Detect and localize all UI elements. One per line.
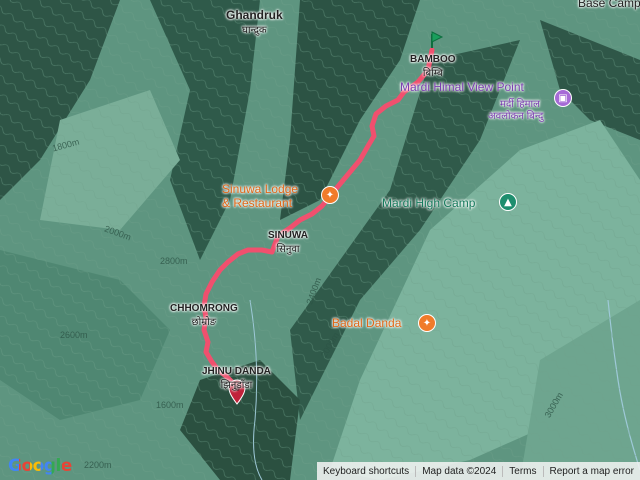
poi-mardi-view-point[interactable]: Mardi Himal View Point मर्दी हिमाल अवलोक…: [400, 80, 543, 122]
contour-label: 2800m: [160, 256, 188, 266]
poi-native-2: अवलोकन बिन्दु: [488, 111, 544, 122]
contour-label: 2600m: [60, 330, 88, 340]
poi-line-2: & Restaurant: [222, 196, 293, 210]
place-native: सिनुवा: [276, 244, 300, 255]
place-sinuwa[interactable]: SINUWA सिनुवा: [268, 230, 308, 255]
place-native: झिनुडाँडा: [220, 380, 253, 391]
restaurant-icon[interactable]: ✦: [418, 314, 436, 332]
contour-label: 1600m: [156, 400, 184, 410]
place-name: BAMBOO: [410, 54, 456, 65]
place-chhomrong[interactable]: CHHOMRONG छोम्रोङ: [170, 303, 238, 328]
place-native: छोम्रोङ: [191, 317, 217, 328]
poi-line-1: Sinuwa Lodge: [222, 182, 299, 196]
poi-name: Mardi High Camp: [382, 196, 476, 210]
poi-name: Mardi Himal View Point: [400, 80, 524, 94]
contour-label: 2200m: [84, 460, 112, 470]
report-error-link[interactable]: Report a map error: [542, 465, 640, 477]
keyboard-shortcuts-link[interactable]: Keyboard shortcuts: [317, 466, 415, 477]
camera-icon[interactable]: ▣: [554, 89, 572, 107]
place-name: CHHOMRONG: [170, 303, 238, 314]
terms-link[interactable]: Terms: [502, 465, 542, 477]
camp-icon[interactable]: ▲: [499, 193, 517, 211]
place-name: Base Camp: [578, 0, 640, 10]
place-name: SINUWA: [268, 230, 308, 241]
poi-sinuwa-lodge[interactable]: Sinuwa Lodge & Restaurant: [222, 182, 298, 210]
poi-mardi-high-camp[interactable]: Mardi High Camp: [382, 196, 475, 210]
map-canvas[interactable]: [0, 0, 640, 480]
place-native: घान्द्रुक: [242, 25, 267, 36]
place-bamboo[interactable]: BAMBOO बिम्बि: [410, 54, 456, 79]
map-footer: Keyboard shortcuts Map data ©2024 Terms …: [317, 462, 640, 480]
place-ghandruk[interactable]: Ghandruk घान्द्रुक: [226, 8, 283, 36]
place-native: बिम्बि: [422, 68, 443, 79]
place-jhinu-danda[interactable]: JHINU DANDA झिनुडाँडा: [202, 366, 271, 391]
place-name: JHINU DANDA: [202, 366, 271, 377]
place-name: Ghandruk: [226, 8, 283, 22]
poi-badal-danda[interactable]: Badal Danda: [332, 316, 401, 330]
restaurant-icon[interactable]: ✦: [321, 186, 339, 204]
google-logo: Google: [8, 456, 72, 476]
map-data-attribution: Map data ©2024: [415, 465, 502, 477]
poi-name: Badal Danda: [332, 316, 402, 330]
logo-text: Google: [8, 456, 72, 476]
place-base-camp[interactable]: Base Camp: [578, 0, 640, 10]
